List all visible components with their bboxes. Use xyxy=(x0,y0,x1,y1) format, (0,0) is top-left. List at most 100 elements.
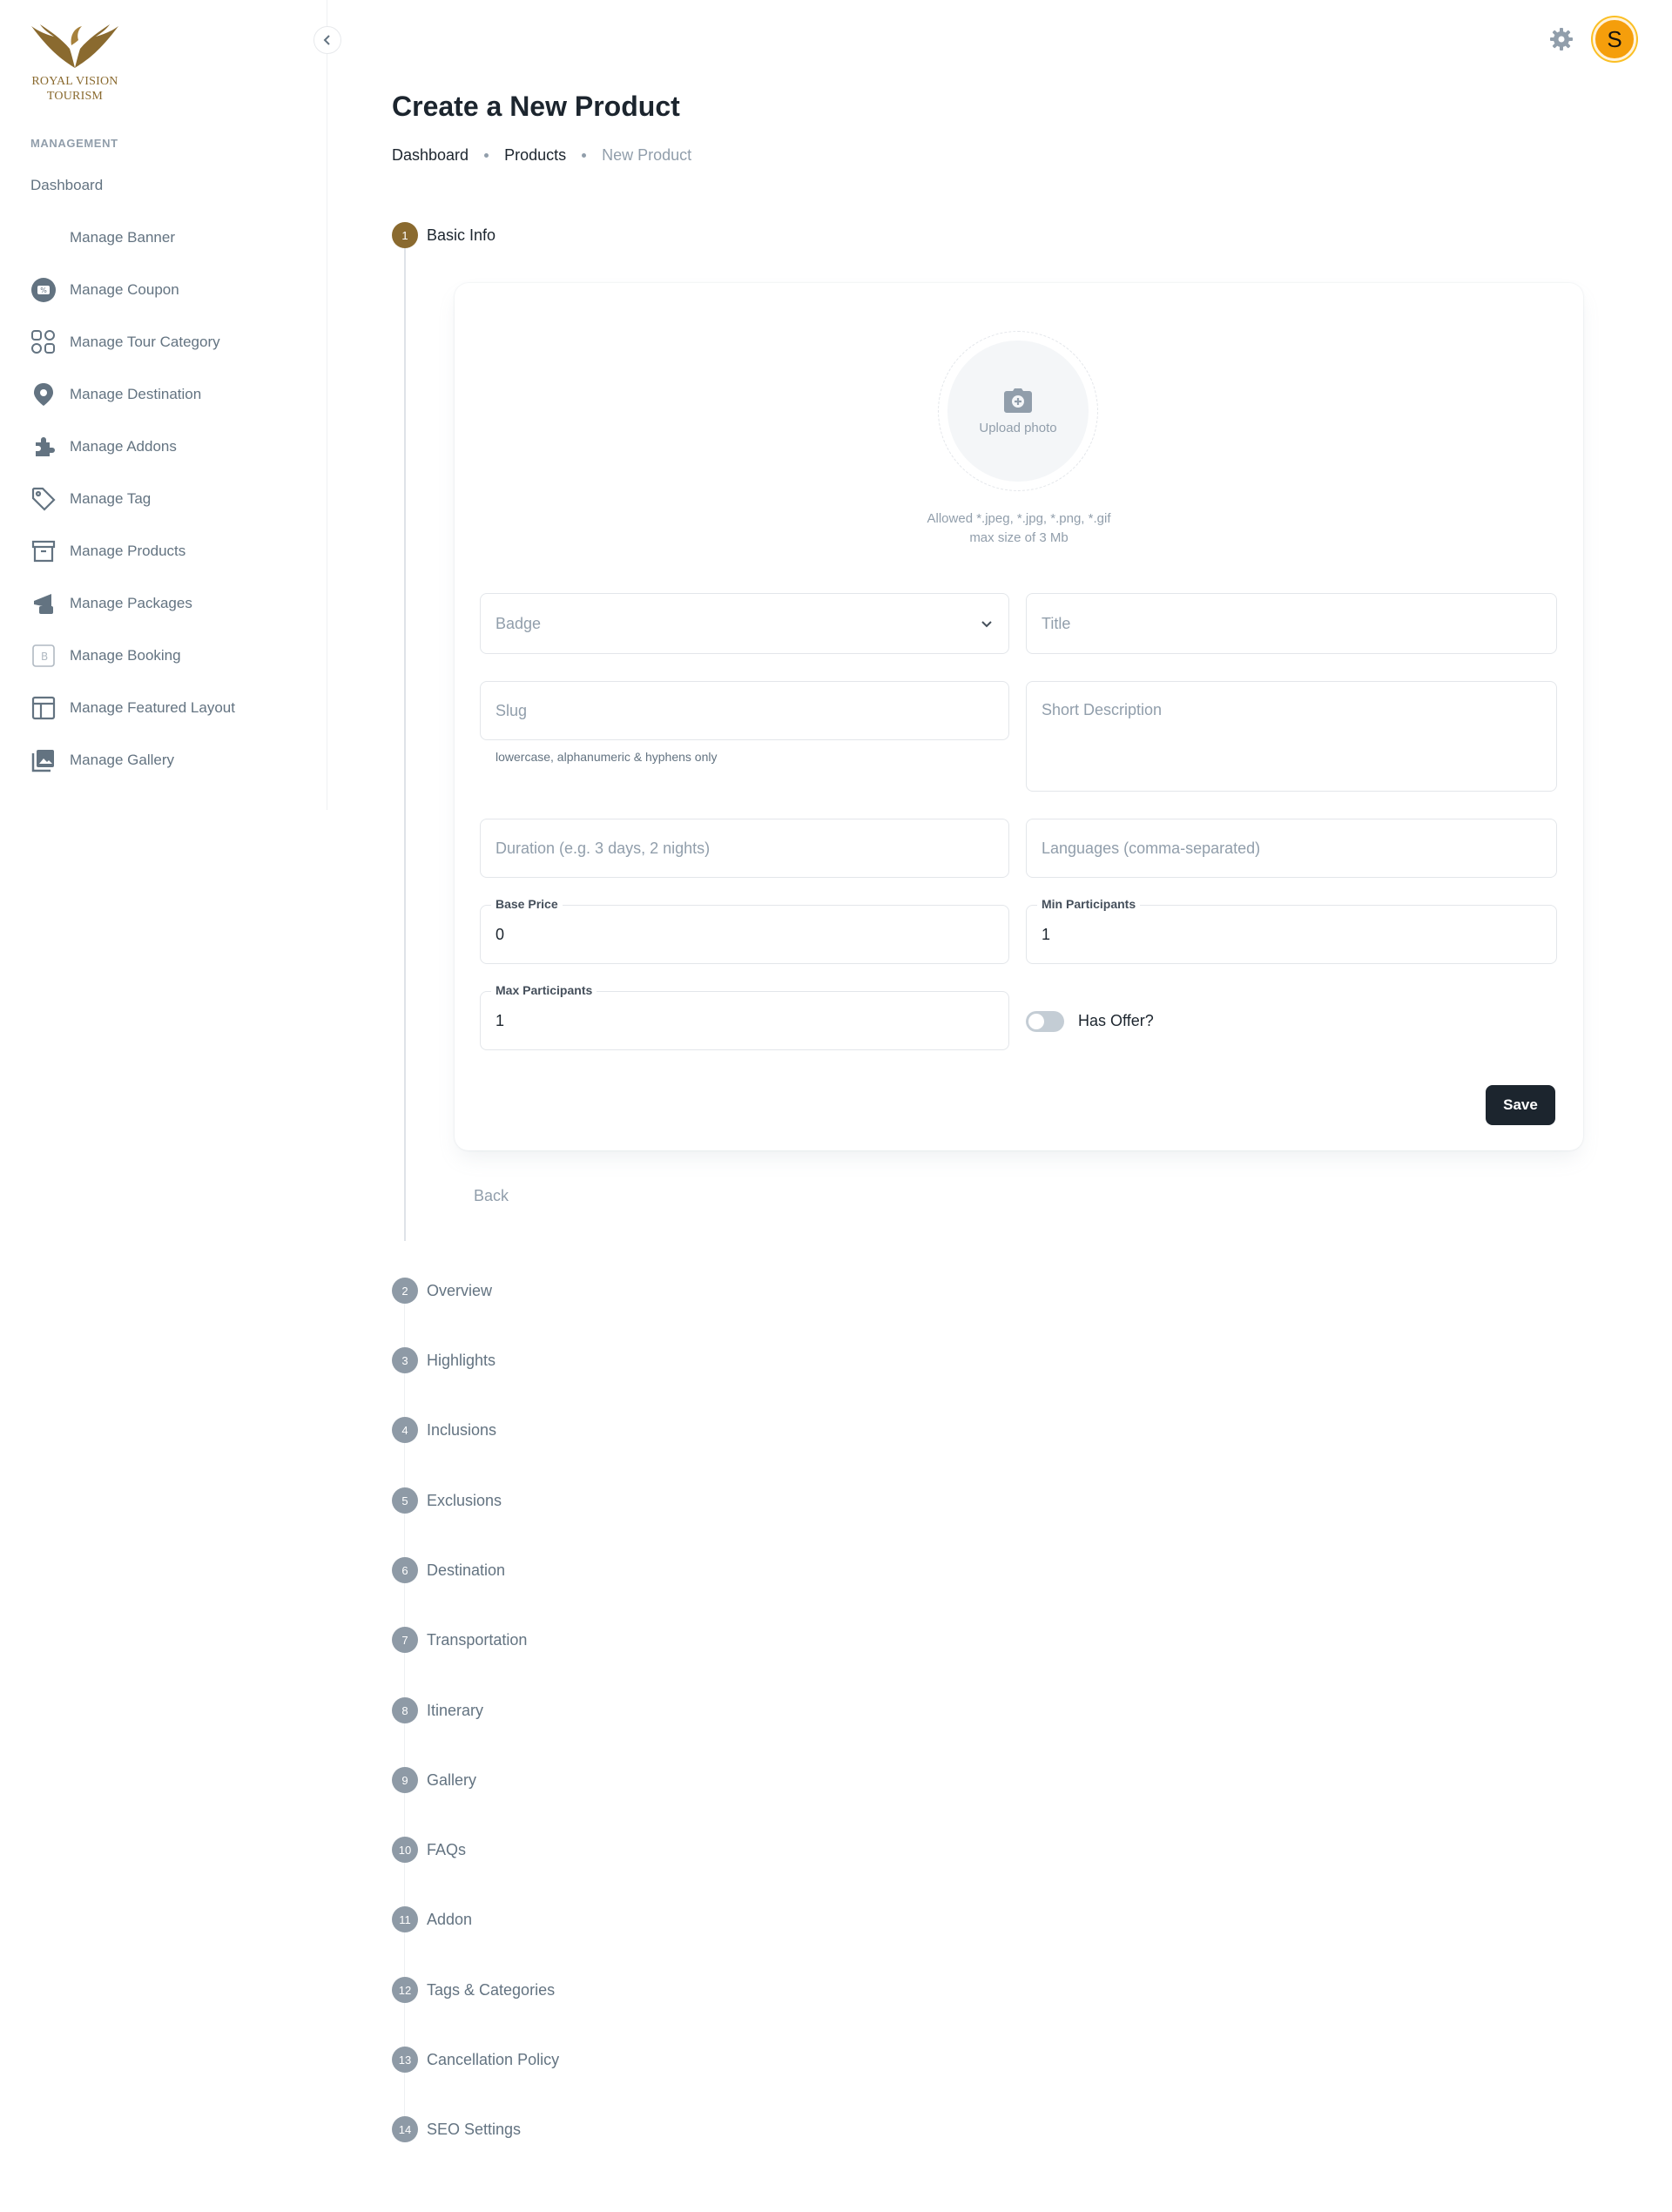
step-label: Gallery xyxy=(427,1770,477,1789)
slug-helper-text: lowercase, alphanumeric & hyphens only xyxy=(496,750,718,764)
step-number: 3 xyxy=(392,1347,418,1373)
step-addon[interactable]: 11 Addon xyxy=(392,1906,472,1932)
chevron-left-icon xyxy=(323,35,330,45)
archive-box-icon xyxy=(30,538,57,564)
sidebar-item-manage-tag[interactable]: Manage Tag xyxy=(30,482,151,516)
sidebar-item-label: Manage Destination xyxy=(70,386,202,402)
breadcrumb: Dashboard Products New Product xyxy=(392,146,691,165)
upload-photo-button[interactable]: Upload photo xyxy=(947,341,1089,482)
max-size-text: max size of 3 Mb xyxy=(969,530,1069,545)
step-overview[interactable]: 2 Overview xyxy=(392,1278,492,1304)
step-basic-info[interactable]: 1 Basic Info xyxy=(392,222,496,248)
step-number: 7 xyxy=(392,1627,418,1653)
brand-logo[interactable]: ROYAL VISION TOURISM xyxy=(26,23,124,110)
step-number: 6 xyxy=(392,1557,418,1583)
sidebar-item-label: Manage Tag xyxy=(70,490,152,507)
step-gallery[interactable]: 9 Gallery xyxy=(392,1767,476,1793)
badge-placeholder: Badge xyxy=(496,614,542,632)
coupon-icon: % xyxy=(30,277,57,303)
step-seo-settings[interactable]: 14 SEO Settings xyxy=(392,2116,521,2142)
step-exclusions[interactable]: 5 Exclusions xyxy=(392,1487,502,1514)
step-tags-categories[interactable]: 12 Tags & Categories xyxy=(392,1977,555,2003)
step-label: Exclusions xyxy=(427,1491,502,1509)
max-participants-field[interactable]: Max Participants xyxy=(480,983,1009,1050)
step-cancellation-policy[interactable]: 13 Cancellation Policy xyxy=(392,2047,559,2073)
step-label: Destination xyxy=(427,1561,506,1579)
sidebar-item-manage-tour-category[interactable]: Manage Tour Category xyxy=(30,325,220,360)
step-inclusions[interactable]: 4 Inclusions xyxy=(392,1417,496,1443)
sidebar-item-manage-destination[interactable]: Manage Destination xyxy=(30,377,201,412)
booking-icon: B xyxy=(30,643,57,669)
brand-name-line2: TOURISM xyxy=(46,90,104,103)
title-input[interactable] xyxy=(1027,614,1556,633)
save-button[interactable]: Save xyxy=(1486,1085,1555,1125)
base-price-field[interactable]: Base Price xyxy=(480,897,1009,964)
min-participants-field[interactable]: Min Participants xyxy=(1026,897,1557,964)
base-price-input[interactable] xyxy=(481,925,1008,944)
breadcrumb-current: New Product xyxy=(602,146,692,164)
chevron-down-icon xyxy=(981,621,992,628)
languages-input[interactable] xyxy=(1027,839,1556,858)
step-label: FAQs xyxy=(427,1840,467,1858)
collapse-sidebar-button[interactable] xyxy=(314,26,341,54)
step-itinerary[interactable]: 8 Itinerary xyxy=(392,1697,483,1723)
slug-input[interactable] xyxy=(481,701,1008,720)
title-field[interactable] xyxy=(1026,593,1557,654)
step-label: SEO Settings xyxy=(427,2120,522,2138)
step-label: Overview xyxy=(427,1281,493,1299)
sidebar-item-label: Manage Featured Layout xyxy=(70,699,235,716)
svg-text:B: B xyxy=(41,651,48,663)
step-number: 5 xyxy=(392,1487,418,1514)
badge-select[interactable]: Badge xyxy=(480,593,1009,654)
has-offer-toggle[interactable] xyxy=(1026,1011,1064,1032)
settings-button[interactable] xyxy=(1548,26,1574,52)
sidebar-item-manage-featured-layout[interactable]: Manage Featured Layout xyxy=(30,691,235,725)
short-description-input[interactable] xyxy=(1027,682,1556,791)
breadcrumb-products[interactable]: Products xyxy=(504,146,566,165)
max-participants-input[interactable] xyxy=(481,1011,1008,1030)
allowed-formats-text: Allowed *.jpeg, *.jpg, *.png, *.gif xyxy=(927,511,1111,526)
gear-icon xyxy=(1550,28,1573,51)
brand-name-line1: ROYAL VISION xyxy=(31,75,118,88)
languages-field[interactable] xyxy=(1026,819,1557,878)
min-participants-input[interactable] xyxy=(1027,925,1556,944)
step-number: 12 xyxy=(392,1977,418,2003)
svg-text:%: % xyxy=(40,287,47,294)
sidebar-item-manage-addons[interactable]: Manage Addons xyxy=(30,429,177,464)
layout-icon xyxy=(30,695,57,721)
step-highlights[interactable]: 3 Highlights xyxy=(392,1347,496,1373)
step-number: 9 xyxy=(392,1767,418,1793)
max-participants-label: Max Participants xyxy=(491,983,597,997)
base-price-label: Base Price xyxy=(491,897,563,911)
sidebar-item-manage-gallery[interactable]: Manage Gallery xyxy=(30,743,174,778)
step-destination[interactable]: 6 Destination xyxy=(392,1557,505,1583)
sidebar-item-label: Manage Packages xyxy=(70,595,192,611)
duration-input[interactable] xyxy=(481,839,1008,858)
puzzle-icon xyxy=(30,434,57,460)
step-faqs[interactable]: 10 FAQs xyxy=(392,1837,466,1863)
avatar[interactable]: S xyxy=(1593,17,1636,61)
step-transportation[interactable]: 7 Transportation xyxy=(392,1627,527,1653)
sidebar-item-label: Manage Booking xyxy=(70,647,181,664)
sidebar-item-label: Dashboard xyxy=(30,177,104,193)
sidebar-item-dashboard[interactable]: Dashboard xyxy=(30,168,103,203)
duration-field[interactable] xyxy=(480,819,1009,878)
step-label: Addon xyxy=(427,1910,473,1928)
package-icon xyxy=(30,590,57,617)
step-number: 10 xyxy=(392,1837,418,1863)
location-pin-icon xyxy=(30,381,57,408)
sidebar-item-manage-booking[interactable]: B Manage Booking xyxy=(30,638,181,673)
sidebar-item-manage-products[interactable]: Manage Products xyxy=(30,534,185,569)
has-offer-label: Has Offer? xyxy=(1078,1012,1154,1029)
breadcrumb-dashboard[interactable]: Dashboard xyxy=(392,146,469,165)
short-description-field[interactable] xyxy=(1026,681,1557,792)
back-button[interactable]: Back xyxy=(456,1180,526,1211)
wings-logo-icon xyxy=(31,24,118,68)
sidebar-item-label: Manage Banner xyxy=(70,229,175,246)
min-participants-label: Min Participants xyxy=(1037,897,1141,911)
sidebar-item-manage-banner[interactable]: Manage Banner xyxy=(30,220,175,255)
sidebar-item-manage-coupon[interactable]: % Manage Coupon xyxy=(30,273,179,307)
slug-field[interactable] xyxy=(480,681,1009,740)
sidebar-item-manage-packages[interactable]: Manage Packages xyxy=(30,586,192,621)
step-label: Transportation xyxy=(427,1630,528,1649)
